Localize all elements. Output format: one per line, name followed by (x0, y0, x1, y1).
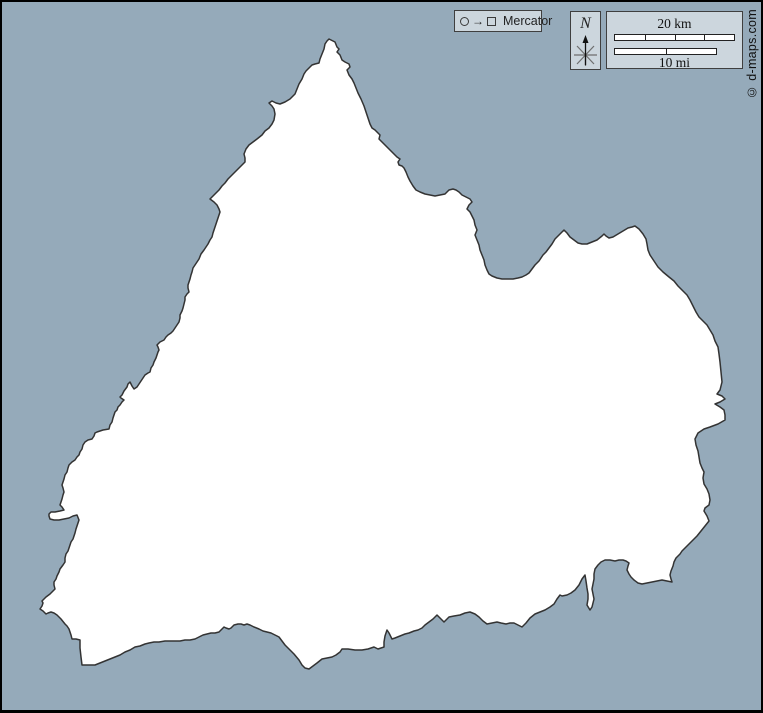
north-label: N (571, 16, 600, 32)
scale-box: 20 km 10 mi (606, 11, 743, 69)
scale-km-label: 20 km (607, 17, 742, 31)
projection-box: → Mercator (454, 10, 542, 32)
circle-icon (460, 17, 469, 26)
scale-tick (666, 49, 667, 54)
credit-watermark: © d-maps.com (745, 9, 759, 99)
scale-tick (675, 35, 676, 40)
square-icon (487, 17, 496, 26)
scale-tick (704, 35, 705, 40)
compass-rose-icon (571, 34, 600, 70)
scale-tick (645, 35, 646, 40)
scale-mi-bar (614, 48, 717, 55)
arrow-right-icon: → (472, 15, 484, 27)
landmass-outline (40, 39, 725, 669)
compass-box: N (570, 11, 601, 70)
scale-mi-label: 10 mi (607, 56, 742, 70)
outline-map (2, 2, 763, 713)
scale-km-bar (614, 34, 735, 41)
map-canvas: → Mercator N 20 km 10 mi © d-maps.com (0, 0, 763, 713)
projection-label: Mercator (503, 14, 552, 28)
